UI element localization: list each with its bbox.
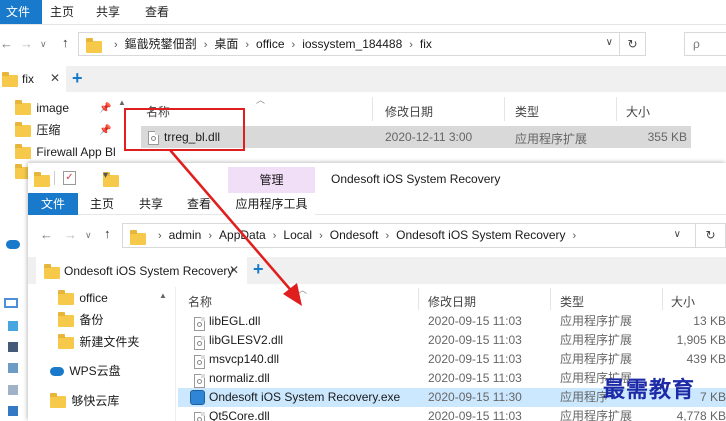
arrow-head — [283, 283, 302, 306]
arrow-line — [169, 149, 296, 296]
drag-arrow — [169, 149, 302, 306]
watermark: 最需教育 — [603, 377, 696, 403]
